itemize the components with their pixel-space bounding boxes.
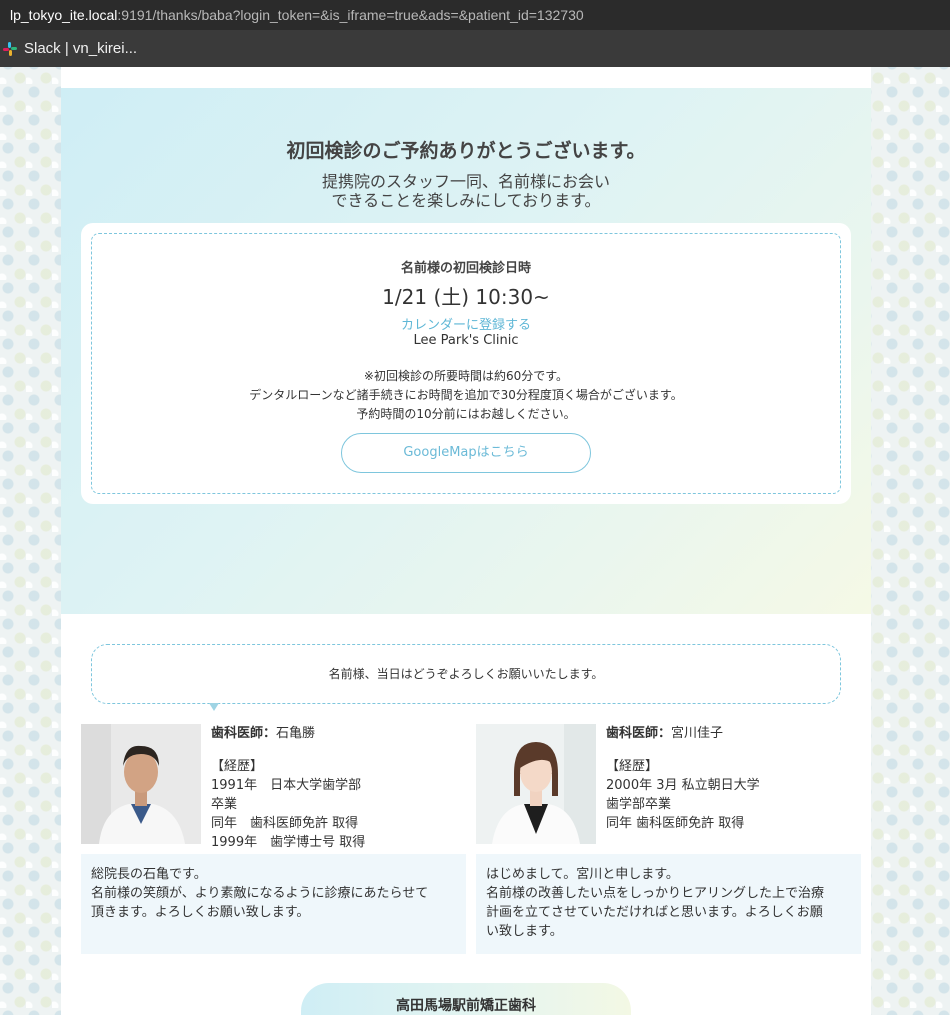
appointment-datetime: 1/21 (土) 10:30~: [382, 285, 550, 309]
hero-section: 初回検診のご予約ありがとうございます。 提携院のスタッフ一同、名前様にお会い で…: [61, 88, 871, 614]
doctor-portrait-icon: [476, 724, 596, 844]
history-label: 【経歴】: [211, 759, 264, 774]
appointment-card: 名前様の初回検診日時 1/21 (土) 10:30~ カレンダーに登録する Le…: [81, 223, 851, 504]
bookmark-label: Slack | vn_kirei...: [24, 40, 138, 57]
note-line: 予約時間の10分前にはお越しください。: [356, 407, 576, 421]
history-line: 1991年 日本大学歯学部: [211, 778, 362, 793]
hero-subtitle-line: 提携院のスタッフ一同、名前様にお会い: [321, 172, 610, 191]
address-bar[interactable]: lp_tokyo_ite.local:9191/thanks/baba?logi…: [0, 0, 950, 30]
url-host: lp_tokyo_ite.local: [10, 7, 118, 23]
appointment-notes: ※初回検診の所要時間は約60分です。 デンタルローンなど諸手続きにお時間を追加で…: [92, 367, 840, 424]
message-line: 頂きます。よろしくお願い致します。: [91, 905, 310, 920]
page-title: 初回検診のご予約ありがとうございます。: [286, 140, 646, 162]
history-line: 同年 歯科医師免許 取得: [211, 816, 359, 831]
history-label: 【経歴】: [606, 759, 659, 774]
note-line: デンタルローンなど諸手続きにお時間を追加で30分程度頂く場合がございます。: [249, 388, 683, 402]
message-line: 名前様の改善したい点をしっかりヒアリングした上で治療: [486, 886, 825, 901]
history-line: 2000年 3月 私立朝日大学: [606, 778, 760, 793]
bookmark-slack[interactable]: Slack | vn_kirei...: [2, 40, 137, 57]
doctor-message: はじめまして。宮川と申します。 名前様の改善したい点をしっかりヒアリングした上で…: [476, 854, 861, 954]
history-line: 同年 歯科医師免許 取得: [606, 816, 745, 831]
add-to-calendar-link[interactable]: カレンダーに登録する: [92, 314, 840, 333]
doctor-name: 石亀勝: [276, 726, 316, 741]
doctor-name: 宮川佳子: [671, 726, 724, 741]
history-line: 1999年 歯学博士号 取得: [211, 835, 366, 850]
doctor-portrait-icon: [81, 724, 201, 844]
doctor-photo: [81, 724, 201, 844]
slack-icon: [3, 41, 17, 56]
message-line: 総院長の石亀です。: [91, 867, 207, 882]
hero-subtitle: 提携院のスタッフ一同、名前様にお会い できることを楽しみにしております。: [61, 172, 871, 210]
hero-subtitle-line: できることを楽しみにしております。: [331, 191, 601, 210]
bookmarks-bar: Slack | vn_kirei...: [0, 30, 950, 67]
bubble-tail: [209, 703, 219, 711]
clinic-name: Lee Park's Clinic: [413, 333, 519, 348]
thanks-page: 初回検診のご予約ありがとうございます。 提携院のスタッフ一同、名前様にお会い で…: [61, 67, 871, 1015]
message-line: 名前様の笑顔が、より素敵になるように診療にあたらせて: [91, 886, 429, 901]
doctor-info: 歯科医師：石亀勝 【経歴】 1991年 日本大学歯学部 卒業 同年 歯科医師免許…: [211, 724, 461, 852]
greeting-bubble: 名前様、当日はどうぞよろしくお願いいたします。: [91, 644, 841, 704]
clinic-footer-title: 高田馬場駅前矯正歯科: [301, 983, 631, 1015]
appointment-card-inner: 名前様の初回検診日時 1/21 (土) 10:30~ カレンダーに登録する Le…: [91, 233, 841, 494]
doctor-info: 歯科医師：宮川佳子 【経歴】 2000年 3月 私立朝日大学 歯学部卒業 同年 …: [606, 724, 856, 833]
doctor-role: 歯科医師：: [211, 726, 277, 741]
history-line: 卒業: [211, 797, 238, 812]
history-line: 歯学部卒業: [606, 797, 672, 812]
message-line: 計画を立てさせていただければと思います。よろしくお願: [486, 905, 823, 920]
message-line: い致します。: [486, 924, 563, 939]
doctor-photo: [476, 724, 596, 844]
appointment-label: 名前様の初回検診日時: [400, 261, 531, 276]
url-path: :9191/thanks/baba?login_token=&is_iframe…: [117, 7, 584, 23]
doctor-role: 歯科医師：: [606, 726, 672, 741]
google-map-button[interactable]: GoogleMapはこちら: [341, 433, 591, 473]
doctor-message: 総院長の石亀です。 名前様の笑顔が、より素敵になるように診療にあたらせて 頂きま…: [81, 854, 466, 954]
note-line: ※初回検診の所要時間は約60分です。: [363, 369, 569, 383]
message-line: はじめまして。宮川と申します。: [486, 867, 679, 882]
